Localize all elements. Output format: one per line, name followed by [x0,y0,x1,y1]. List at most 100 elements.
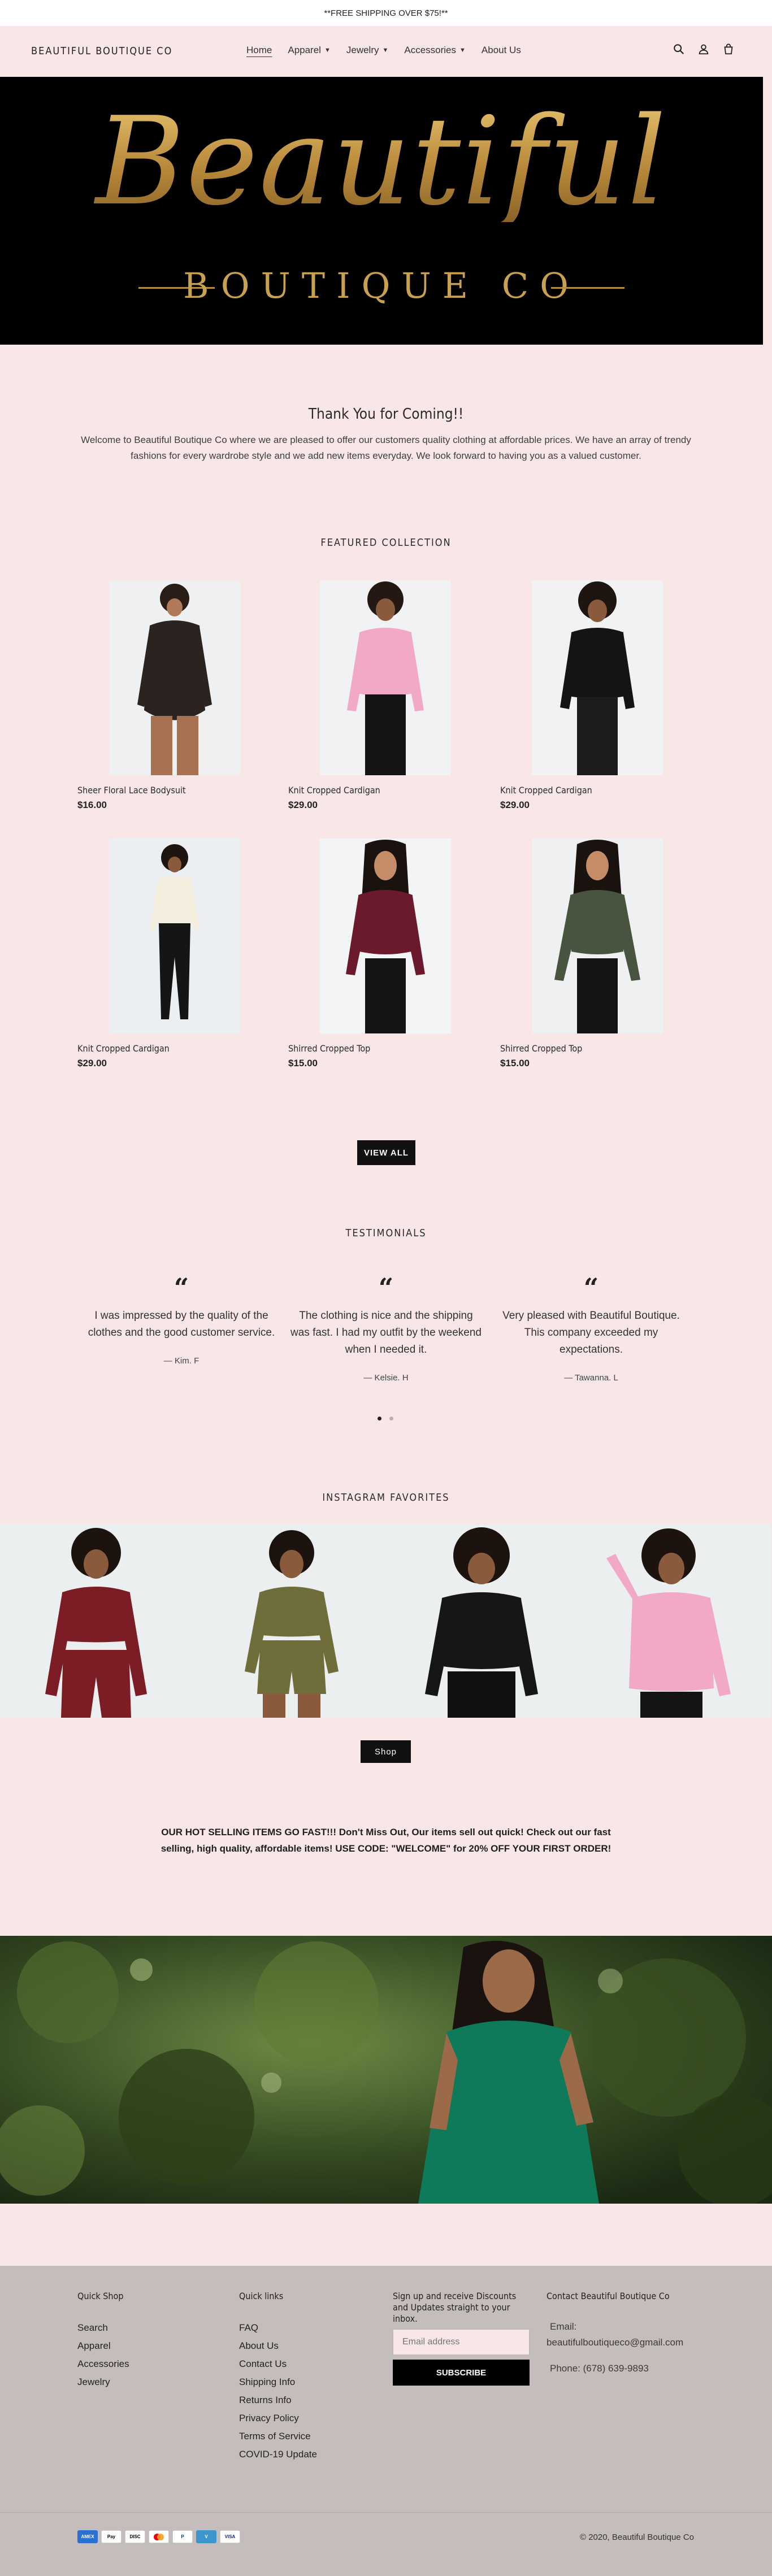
product-price: $29.00 [288,800,318,810]
welcome-title: Thank You for Coming!! [308,406,464,423]
product-name[interactable]: Shirred Cropped Top [500,1043,582,1054]
chevron-down-icon: ▼ [324,47,331,54]
footer-link-faq[interactable]: FAQ [239,2319,317,2337]
nav-accessories[interactable]: Accessories ▼ [404,45,466,56]
instagram-tile[interactable] [193,1524,385,1718]
footer-link-privacy[interactable]: Privacy Policy [239,2409,317,2427]
contact-email[interactable]: beautifulboutiqueco@gmail.com [547,2335,710,2351]
product-name[interactable]: Knit Cropped Cardigan [288,785,380,796]
contact-phone: Phone: (678) 639-9893 [550,2363,649,2374]
testimonial-card: “ I was impressed by the quality of the … [85,1275,277,1366]
welcome-text: Welcome to Beautiful Boutique Co where w… [81,435,691,461]
announcement-text: **FREE SHIPPING OVER $75!** [324,8,448,18]
shop-button[interactable]: Shop [361,1740,411,1763]
product-image[interactable] [109,580,240,775]
footer-heading: Contact Beautiful Boutique Co [547,2291,670,2301]
nav-apparel-label: Apparel [288,45,321,55]
site-header: BEAUTIFUL BOUTIQUE CO Home Apparel ▼ Jewe… [0,26,772,77]
footer-heading: Quick Shop [77,2291,124,2301]
product-price: $29.00 [500,800,530,810]
footer-link-jewelry[interactable]: Jewelry [77,2373,129,2391]
main-nav: Home Apparel ▼ Jewelry ▼ Accessories ▼ Abou… [246,45,521,56]
nav-home[interactable]: Home [246,45,272,56]
instagram-tile[interactable] [385,1524,578,1718]
promo-text: OUR HOT SELLING ITEMS GO FAST!!! Don't M… [161,1827,611,1854]
instagram-tile[interactable] [578,1524,771,1718]
footer-link-shipping[interactable]: Shipping Info [239,2373,317,2391]
subscribe-button[interactable]: SUBSCRIBE [393,2360,530,2386]
announcement-bar: **FREE SHIPPING OVER $75!** [0,0,772,26]
instagram-title: INSTAGRAM FAVORITES [322,1492,450,1504]
venmo-icon: V [196,2530,216,2543]
product-name[interactable]: Shirred Cropped Top [288,1043,370,1054]
product-image[interactable] [320,839,451,1033]
footer-link-about[interactable]: About Us [239,2337,317,2355]
site-footer: Quick Shop Search Apparel Accessories Je… [0,2266,772,2576]
hero-logo-script: Beautiful [0,101,763,222]
product-name[interactable]: Knit Cropped Cardigan [77,1043,170,1054]
view-all-button[interactable]: VIEW ALL [357,1140,415,1165]
footer-quick-links: Quick links FAQ About Us Contact Us Ship… [239,2291,317,2464]
instagram-tile[interactable] [0,1524,193,1718]
mastercard-icon [149,2530,169,2543]
testimonial-author: — Kelsie. H [363,1373,409,1383]
account-icon[interactable] [697,43,710,58]
testimonial-author: — Kim. F [163,1356,199,1366]
hero-banner: Beautiful BOUTIQUE CO [0,77,763,345]
quote-icon: “ [583,1272,599,1303]
footer-link-search[interactable]: Search [77,2319,129,2337]
footer-link-returns[interactable]: Returns Info [239,2391,317,2409]
visa-icon: VISA [220,2530,240,2543]
product-price: $15.00 [288,1058,318,1068]
paypal-icon: P [172,2530,193,2543]
footer-quick-shop: Quick Shop Search Apparel Accessories Je… [77,2291,129,2391]
nav-apparel[interactable]: Apparel ▼ [288,45,331,56]
store-logo[interactable]: BEAUTIFUL BOUTIQUE CO [31,45,172,57]
quote-icon: “ [378,1272,394,1303]
product-name[interactable]: Sheer Floral Lace Bodysuit [77,785,186,796]
testimonial-quote: I was impressed by the quality of the cl… [88,1310,275,1339]
nav-jewelry[interactable]: Jewelry ▼ [346,45,389,56]
testimonial-quote: The clothing is nice and the shipping wa… [290,1310,482,1356]
nav-jewelry-label: Jewelry [346,45,379,55]
footer-link-apparel[interactable]: Apparel [77,2337,129,2355]
product-image[interactable] [320,580,451,775]
testimonial-card: “ The clothing is nice and the shipping … [290,1275,482,1383]
footer-divider [0,2512,772,2513]
testimonial-quote: Very pleased with Beautiful Boutique. Th… [502,1310,680,1356]
header-icons [673,43,735,58]
quote-icon: “ [174,1272,189,1303]
product-price: $29.00 [77,1058,107,1068]
testimonial-author: — Tawanna. L [564,1373,618,1383]
footer-link-contact[interactable]: Contact Us [239,2355,317,2373]
product-image[interactable] [532,839,663,1033]
nav-accessories-label: Accessories [404,45,457,55]
cart-icon[interactable] [722,43,735,58]
search-icon[interactable] [673,43,685,58]
chevron-down-icon: ▼ [382,47,389,54]
contact-email-label: Email: [550,2321,577,2332]
featured-title: FEATURED COLLECTION [320,537,452,549]
carousel-dot-active[interactable] [378,1417,381,1421]
footer-link-covid[interactable]: COVID-19 Update [239,2445,317,2464]
product-price: $15.00 [500,1058,530,1068]
lifestyle-image [0,1936,772,2204]
footer-link-terms[interactable]: Terms of Service [239,2427,317,2445]
carousel-dot[interactable] [389,1417,393,1421]
footer-contact: Contact Beautiful Boutique Co Email: bea… [547,2291,710,2377]
newsletter-email-input[interactable] [393,2329,530,2355]
footer-link-accessories[interactable]: Accessories [77,2355,129,2373]
hero-logo-subtitle: BOUTIQUE CO [183,265,580,306]
product-name[interactable]: Knit Cropped Cardigan [500,785,592,796]
nav-about-us[interactable]: About Us [482,45,521,56]
hero-divider-right [551,287,624,289]
discover-icon: DISC [125,2530,145,2543]
testimonial-card: “ Very pleased with Beautiful Boutique. … [495,1275,687,1383]
product-image[interactable] [109,839,240,1033]
product-image[interactable] [532,580,663,775]
product-price: $16.00 [77,800,107,810]
testimonials-title: TESTIMONIALS [345,1227,427,1239]
apple-pay-icon: Pay [101,2530,122,2543]
copyright: © 2020, Beautiful Boutique Co [579,2532,694,2542]
amex-icon: AMEX [77,2530,98,2543]
